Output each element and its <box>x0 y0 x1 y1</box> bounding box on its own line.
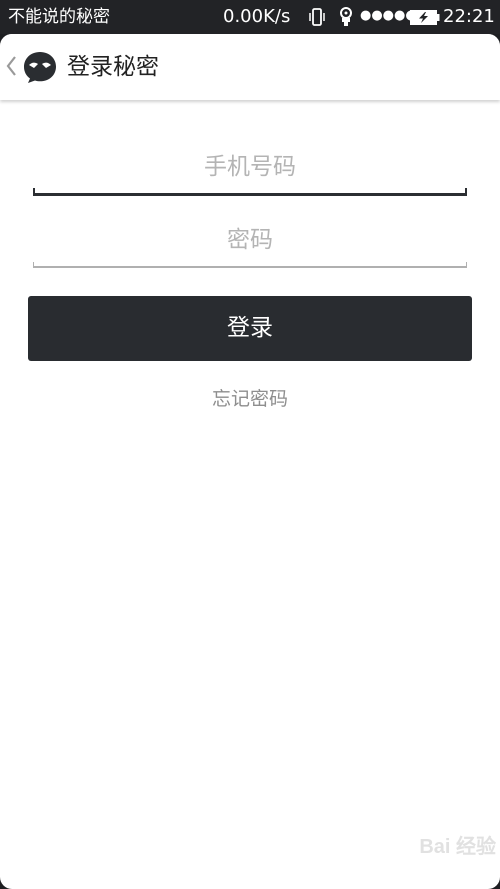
watermark-text: Bai 经验 <box>419 836 496 858</box>
battery-charging-icon <box>410 10 440 25</box>
login-button[interactable]: 登录 <box>28 296 472 361</box>
status-app-name: 不能说的秘密 <box>8 7 110 27</box>
status-time: 22:21 <box>443 6 495 27</box>
password-input[interactable] <box>33 218 467 262</box>
phone-screen: 不能说的秘密 0.00K/s ●●●●● 22:21 登录秘密 手机号码 登录 … <box>0 0 500 889</box>
baidu-watermark: Bai 经验 <box>376 836 496 885</box>
app-window: 登录秘密 登录 忘记密码 Bai 经验 <box>0 34 500 889</box>
vibrate-icon <box>309 8 325 26</box>
phone-input[interactable] <box>33 144 467 190</box>
forgot-password-link[interactable]: 忘记密码 <box>0 384 500 411</box>
password-field <box>33 218 467 268</box>
action-bar: 登录秘密 <box>0 34 500 100</box>
back-chevron-icon[interactable] <box>5 54 17 78</box>
app-logo-icon[interactable] <box>22 50 58 84</box>
password-underline <box>33 262 467 268</box>
page-title: 登录秘密 <box>67 54 159 80</box>
signal-strength: ●●●●● <box>360 8 417 23</box>
phone-underline <box>33 188 467 196</box>
phone-field <box>33 144 467 196</box>
usb-icon <box>340 7 352 26</box>
status-bar: 不能说的秘密 0.00K/s ●●●●● 22:21 <box>0 0 500 34</box>
network-speed: 0.00K/s <box>223 6 291 27</box>
